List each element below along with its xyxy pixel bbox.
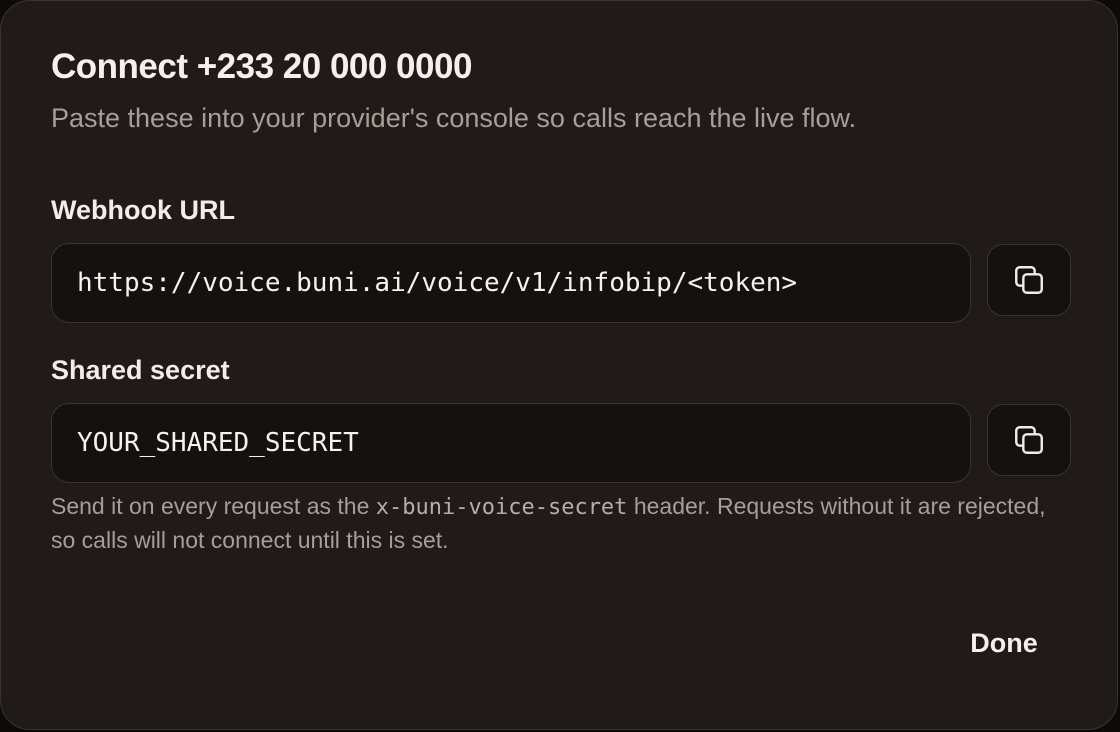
copy-shared-secret-button[interactable] [987,404,1071,476]
done-button[interactable]: Done [951,617,1057,669]
webhook-url-label: Webhook URL [51,195,235,225]
secret-help-text: Send it on every request as the x-buni-v… [51,490,1061,556]
shared-secret-label: Shared secret [51,355,230,385]
copy-webhook-url-button[interactable] [987,244,1071,316]
header-name-code: x-buni-voice-secret [375,495,628,520]
shared-secret-value: YOUR_SHARED_SECRET [77,428,359,458]
dialog-title: Connect +233 20 000 0000 [51,47,472,86]
help-text-prefix: Send it on every request as the [51,493,376,519]
webhook-url-field[interactable]: https://voice.buni.ai/voice/v1/infobip/<… [51,243,971,323]
copy-icon [1015,266,1043,294]
copy-icon [1015,426,1043,454]
shared-secret-field[interactable]: YOUR_SHARED_SECRET [51,403,971,483]
webhook-url-value: https://voice.buni.ai/voice/v1/infobip/<… [77,268,798,298]
connect-dialog: Connect +233 20 000 0000 Paste these int… [0,0,1118,730]
dialog-subtitle: Paste these into your provider's console… [51,103,857,133]
